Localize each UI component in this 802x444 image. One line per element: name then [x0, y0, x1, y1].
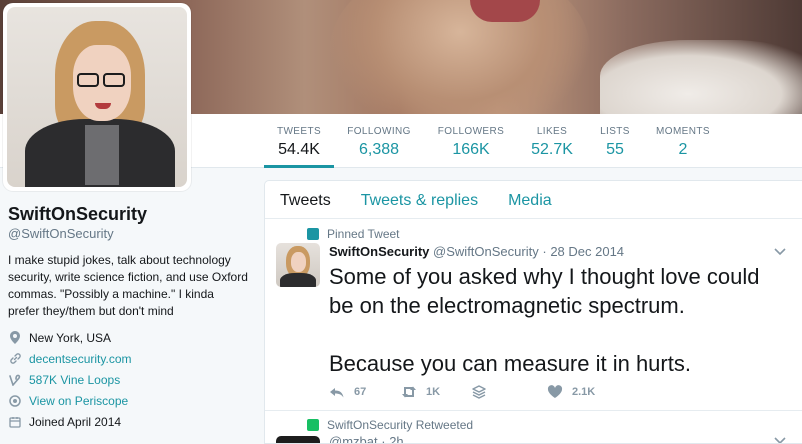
stat-value: 2	[678, 141, 688, 158]
banner-hair-shape	[330, 0, 590, 114]
link-icon	[8, 352, 22, 366]
stat-label: LISTS	[600, 126, 630, 137]
tweet-header: SwiftOnSecurity @SwiftOnSecurity · 28 De…	[329, 244, 624, 259]
profile-name[interactable]: SwiftOnSecurity	[8, 204, 248, 225]
stat-likes[interactable]: LIKES 52.7K	[522, 114, 582, 168]
tweet-author-name[interactable]: SwiftOnSecurity	[329, 244, 429, 259]
stat-value: 52.7K	[531, 141, 573, 158]
stat-value: 166K	[452, 141, 490, 158]
reply-count: 67	[354, 386, 367, 398]
stack-button[interactable]	[471, 385, 547, 399]
pinned-context: Pinned Tweet	[307, 227, 400, 241]
retweet-count: 1K	[426, 386, 441, 398]
profile-avatar[interactable]	[3, 3, 191, 191]
retweet-icon	[402, 386, 416, 398]
stat-value: 55	[606, 141, 624, 158]
stat-label: FOLLOWING	[347, 126, 411, 137]
vine-link[interactable]: 587K Vine Loops	[29, 373, 120, 387]
retweet-button[interactable]: 1K	[401, 385, 471, 399]
website-link[interactable]: decentsecurity.com	[29, 352, 132, 366]
profile-page: TWEETS 54.4K FOLLOWING 6,388 FOLLOWERS 1…	[0, 0, 802, 444]
separator-dot: ·	[381, 434, 386, 444]
stat-tweets[interactable]: TWEETS 54.4K	[264, 114, 334, 168]
location-text: New York, USA	[29, 330, 112, 345]
joined-text: Joined April 2014	[29, 414, 122, 429]
tweet-avatar[interactable]	[276, 243, 320, 287]
banner-lips-shape	[470, 0, 540, 22]
joined-row: Joined April 2014	[8, 411, 248, 432]
tab-media[interactable]: Media	[493, 181, 567, 218]
tweet-date[interactable]: 28 Dec 2014	[550, 244, 624, 259]
separator-dot: ·	[542, 244, 547, 259]
stack-icon	[472, 385, 486, 399]
stat-following[interactable]: FOLLOWING 6,388	[344, 114, 414, 168]
profile-sidebar: SwiftOnSecurity @SwiftOnSecurity I make …	[8, 204, 248, 432]
tweet-author-handle[interactable]: @mzbat	[329, 434, 378, 443]
periscope-icon	[8, 394, 22, 408]
pin-icon	[307, 228, 319, 240]
retweeted-label: SwiftOnSecurity Retweeted	[327, 418, 474, 432]
vine-icon	[8, 373, 22, 387]
profile-handle[interactable]: @SwiftOnSecurity	[8, 226, 248, 241]
tweet-date[interactable]: 2h	[389, 434, 403, 443]
stat-followers[interactable]: FOLLOWERS 166K	[432, 114, 510, 168]
tweet-text: Some of you asked why I thought love cou…	[329, 262, 789, 378]
stat-label: FOLLOWERS	[437, 126, 505, 137]
tweet-text-line: Some of you asked why I thought love cou…	[329, 264, 760, 318]
location-row: New York, USA	[8, 327, 248, 348]
location-pin-icon	[8, 331, 22, 345]
vine-row: 587K Vine Loops	[8, 369, 248, 390]
stat-value: 6,388	[358, 141, 400, 158]
heart-icon	[547, 385, 563, 398]
profile-meta: New York, USA decentsecurity.com 587K Vi…	[8, 327, 248, 432]
avatar-image	[7, 7, 187, 187]
profile-bio: I make stupid jokes, talk about technolo…	[8, 253, 248, 318]
website-row: decentsecurity.com	[8, 348, 248, 369]
like-count: 2.1K	[572, 386, 596, 398]
tweet-author-handle[interactable]: @SwiftOnSecurity	[433, 244, 539, 259]
tweet-actions: 67 1K 2.1K	[329, 385, 595, 399]
pinned-tweet[interactable]: Pinned Tweet SwiftOnSecurity @SwiftOnSec…	[265, 219, 802, 411]
reply-icon	[330, 388, 344, 398]
calendar-icon	[8, 415, 22, 429]
stat-lists[interactable]: LISTS 55	[592, 114, 638, 168]
like-button[interactable]: 2.1K	[547, 385, 595, 399]
tab-tweets-and-replies[interactable]: Tweets & replies	[346, 181, 493, 218]
timeline-tabs: Tweets Tweets & replies Media	[265, 181, 802, 219]
retweet-badge-icon	[307, 419, 319, 431]
stat-value: 54.4K	[278, 141, 320, 158]
periscope-row: View on Periscope	[8, 390, 248, 411]
timeline: Tweets Tweets & replies Media Pinned Twe…	[264, 180, 802, 444]
chevron-down-icon[interactable]	[773, 434, 787, 443]
banner-coat-shape	[600, 40, 802, 114]
pinned-label: Pinned Tweet	[327, 227, 400, 241]
retweeted-tweet[interactable]: SwiftOnSecurity Retweeted @mzbat · 2h	[265, 410, 802, 444]
tweet-text-line: Because you can measure it in hurts.	[329, 351, 691, 376]
tab-tweets[interactable]: Tweets	[265, 181, 346, 218]
stat-label: TWEETS	[276, 126, 322, 137]
tweet-header: @mzbat · 2h	[329, 434, 404, 444]
stat-label: MOMENTS	[656, 126, 710, 137]
chevron-down-icon[interactable]	[773, 245, 787, 259]
reply-button[interactable]: 67	[329, 385, 401, 399]
stat-moments[interactable]: MOMENTS 2	[652, 114, 714, 168]
tweet-avatar[interactable]	[276, 436, 320, 443]
periscope-link[interactable]: View on Periscope	[29, 394, 128, 408]
retweet-context: SwiftOnSecurity Retweeted	[307, 418, 473, 432]
stat-label: LIKES	[536, 126, 568, 137]
